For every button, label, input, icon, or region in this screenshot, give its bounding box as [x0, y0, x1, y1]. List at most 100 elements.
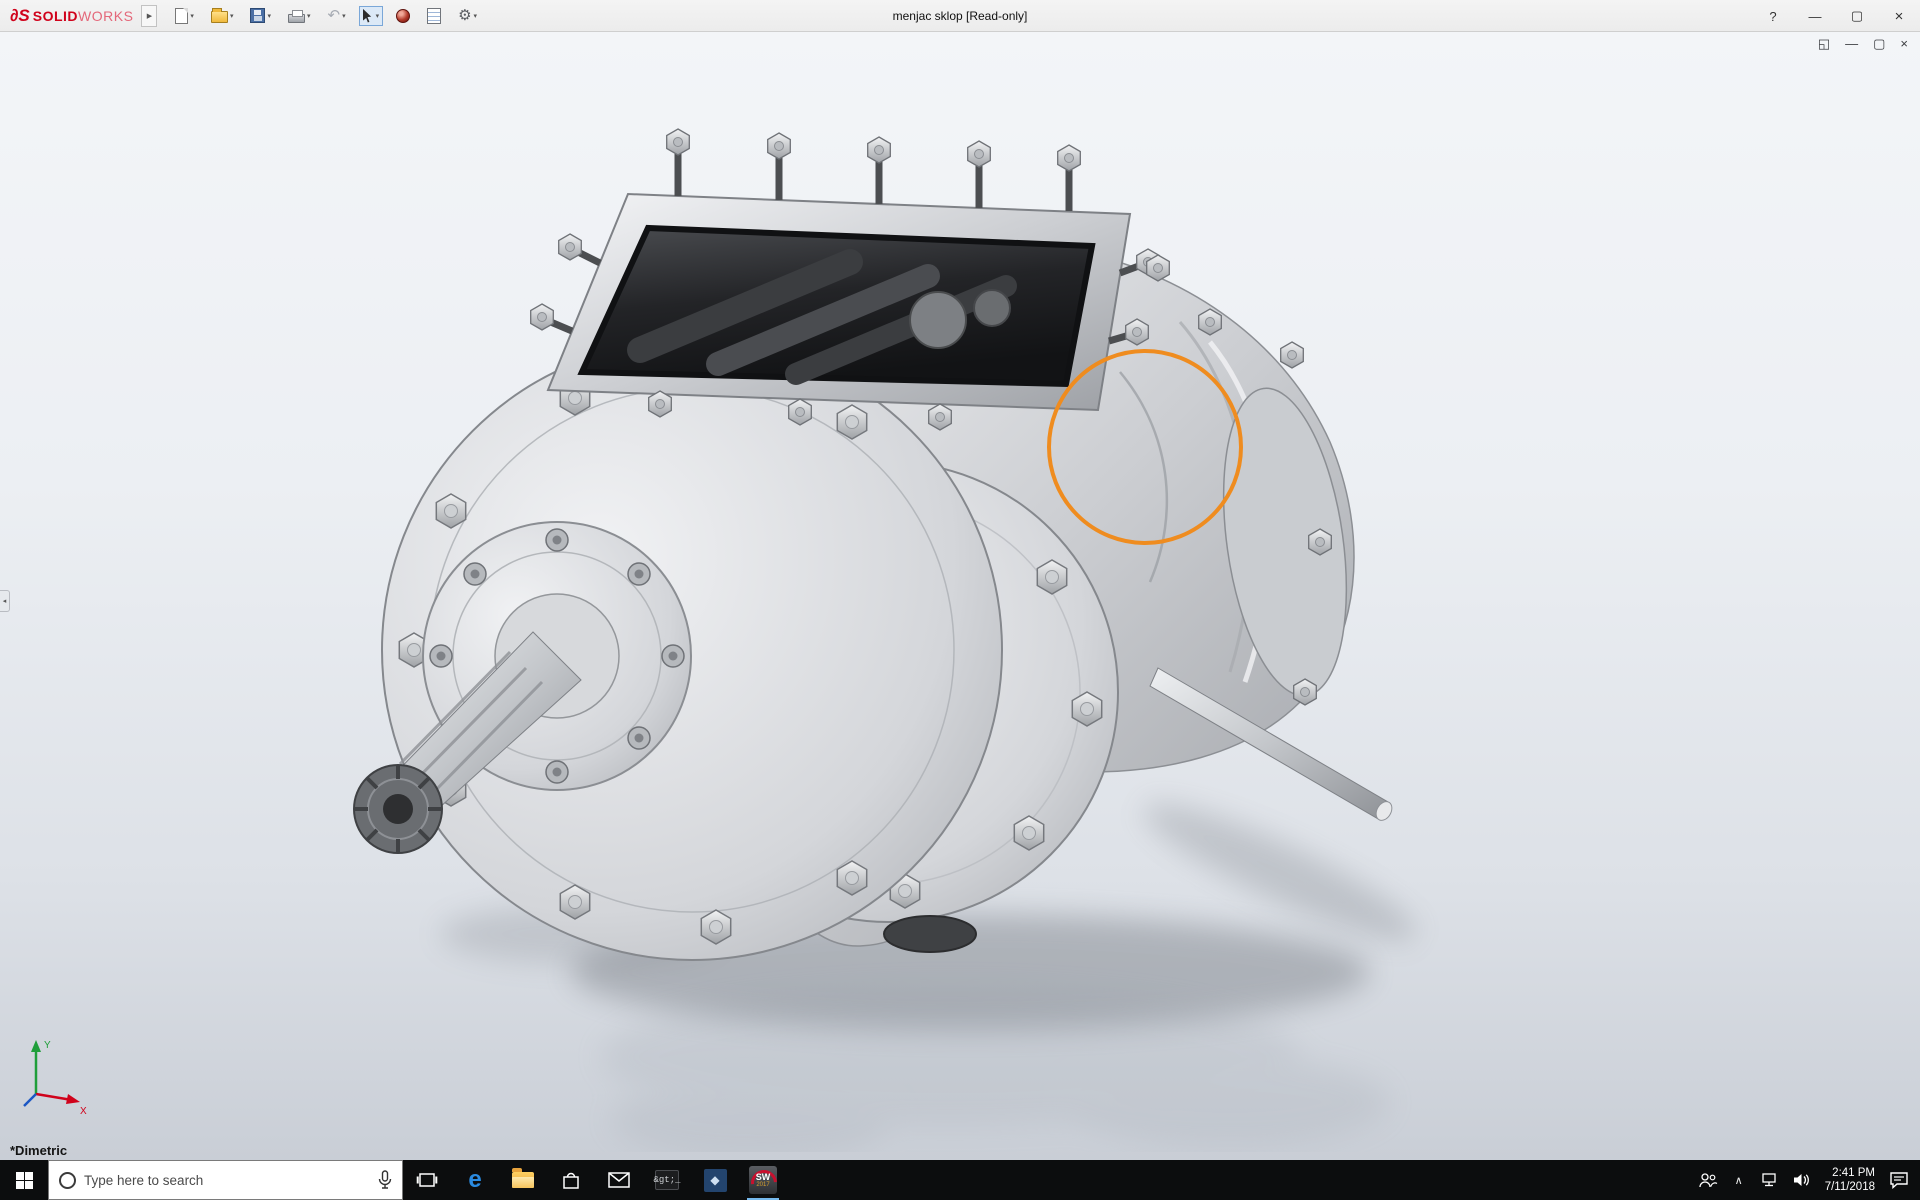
- save-icon: [250, 8, 265, 23]
- minimize-button[interactable]: —: [1794, 0, 1836, 32]
- close-icon: ×: [1895, 8, 1904, 25]
- blue-app-icon: ◆: [704, 1169, 727, 1192]
- left-flange[interactable]: [354, 340, 1002, 960]
- microphone-icon[interactable]: [378, 1170, 392, 1190]
- cortana-icon: [59, 1172, 76, 1189]
- orientation-triad: Y X: [16, 1032, 94, 1116]
- dropdown-caret-icon: ▾: [267, 12, 271, 20]
- start-button[interactable]: [0, 1160, 48, 1200]
- flyout-arrow-icon: ▶: [147, 12, 152, 20]
- dropdown-caret-icon: ▾: [190, 12, 194, 20]
- print-icon: [288, 14, 305, 23]
- undo-button[interactable]: ↶ ▾: [323, 6, 349, 26]
- appearance-button[interactable]: [392, 6, 414, 26]
- undo-icon: ↶: [327, 9, 340, 23]
- mail-button[interactable]: [595, 1160, 643, 1200]
- task-view-icon: [416, 1171, 438, 1189]
- logo-solid-text: SOLID: [33, 8, 78, 24]
- blue-app-button[interactable]: ◆: [691, 1160, 739, 1200]
- sheet-icon: [427, 8, 441, 24]
- options-button[interactable]: ⚙ ▾: [454, 5, 481, 26]
- network-icon: [1761, 1172, 1779, 1188]
- solidworks-app-icon: SW 2017: [749, 1166, 777, 1194]
- new-document-button[interactable]: ▾: [171, 5, 198, 27]
- system-tray: ∧ 2:41 PM 7/11/2018: [1697, 1160, 1920, 1200]
- logo-works-text: WORKS: [78, 8, 133, 24]
- network-button[interactable]: [1759, 1160, 1781, 1200]
- help-button[interactable]: ?: [1752, 0, 1794, 32]
- gear-icon: ⚙: [458, 8, 471, 23]
- doc-close-icon[interactable]: ×: [1900, 36, 1908, 52]
- doc-restore-icon[interactable]: ◱: [1818, 36, 1830, 52]
- select-cursor-icon: [363, 9, 374, 23]
- clock-date: 7/11/2018: [1825, 1180, 1875, 1194]
- taskbar-clock[interactable]: 2:41 PM 7/11/2018: [1821, 1166, 1879, 1194]
- new-document-icon: [175, 8, 188, 24]
- spline-end: [354, 765, 442, 853]
- sw-text: SW: [756, 1172, 771, 1182]
- drain-port: [884, 916, 976, 952]
- taskbar-apps: e &gt;_ ◆: [403, 1160, 787, 1200]
- solidworks-window: ∂S SOLID WORKS ▶ ▾ ▾ ▾ ▾: [0, 0, 1920, 1200]
- task-view-button[interactable]: [403, 1160, 451, 1200]
- model-reflection: [600, 987, 1390, 1152]
- edge-button[interactable]: e: [451, 1160, 499, 1200]
- select-tool-button[interactable]: ▾: [359, 6, 384, 26]
- hex-nut: [1281, 342, 1304, 368]
- material-sphere-icon: [396, 9, 410, 23]
- terminal-button[interactable]: &gt;_: [643, 1160, 691, 1200]
- document-window-controls: ◱ — ▢ ×: [1818, 36, 1908, 52]
- hidden-icons-button[interactable]: ∧: [1728, 1160, 1750, 1200]
- quick-access-toolbar: ▾ ▾ ▾ ▾ ↶ ▾ ▾: [171, 5, 481, 27]
- menu-flyout-button[interactable]: ▶: [141, 5, 157, 27]
- people-icon: [1698, 1172, 1718, 1188]
- hex-nut: [1309, 529, 1332, 555]
- mail-icon: [608, 1172, 630, 1188]
- collapse-arrow-icon: ◂: [3, 597, 7, 605]
- terminal-icon: &gt;_: [655, 1170, 679, 1190]
- y-axis-arrow: [31, 1040, 41, 1052]
- view-orientation-label: *Dimetric: [10, 1143, 67, 1158]
- x-axis-arrow: [66, 1094, 80, 1104]
- volume-button[interactable]: [1790, 1160, 1812, 1200]
- volume-icon: [1792, 1172, 1810, 1188]
- sw-year-text: 2017: [756, 1182, 769, 1189]
- window-controls: ? — ▢ ×: [1752, 0, 1920, 32]
- dropdown-caret-icon: ▾: [307, 12, 311, 20]
- minimize-icon: —: [1809, 9, 1822, 24]
- edge-icon: e: [468, 1168, 481, 1192]
- maximize-icon: ▢: [1851, 8, 1863, 24]
- dropdown-caret-icon: ▾: [230, 12, 234, 20]
- sheet-properties-button[interactable]: [423, 5, 445, 27]
- gearbox-3d-model[interactable]: [330, 72, 1470, 1152]
- help-icon: ?: [1769, 9, 1776, 24]
- app-titlebar: ∂S SOLID WORKS ▶ ▾ ▾ ▾ ▾: [0, 0, 1920, 32]
- dropdown-caret-icon: ▾: [342, 12, 346, 20]
- x-axis-label: X: [80, 1106, 87, 1116]
- chevron-up-icon: ∧: [1735, 1174, 1743, 1187]
- taskbar: e &gt;_ ◆: [0, 1160, 1920, 1200]
- doc-minimize-icon[interactable]: —: [1845, 36, 1858, 52]
- print-button[interactable]: ▾: [284, 6, 315, 26]
- doc-maximize-icon[interactable]: ▢: [1873, 36, 1885, 52]
- logo-ds-icon: ∂S: [10, 6, 30, 26]
- windows-logo-icon: [16, 1172, 33, 1189]
- open-button[interactable]: ▾: [207, 5, 238, 26]
- file-explorer-icon: [512, 1172, 534, 1188]
- store-button[interactable]: [547, 1160, 595, 1200]
- open-folder-icon: [211, 11, 228, 23]
- action-center-icon: [1889, 1171, 1909, 1189]
- file-explorer-button[interactable]: [499, 1160, 547, 1200]
- taskbar-solidworks-button[interactable]: SW 2017: [739, 1160, 787, 1200]
- people-button[interactable]: [1697, 1160, 1719, 1200]
- dropdown-caret-icon: ▾: [474, 12, 478, 20]
- y-axis-label: Y: [44, 1040, 51, 1051]
- action-center-button[interactable]: [1888, 1160, 1910, 1200]
- search-input[interactable]: [84, 1173, 370, 1188]
- close-button[interactable]: ×: [1878, 0, 1920, 32]
- left-panel-collapse-tab[interactable]: ◂: [0, 590, 10, 612]
- save-button[interactable]: ▾: [246, 5, 275, 26]
- taskbar-search[interactable]: [48, 1160, 403, 1200]
- maximize-button[interactable]: ▢: [1836, 0, 1878, 32]
- graphics-area[interactable]: ◱ — ▢ × ◂: [0, 32, 1920, 1160]
